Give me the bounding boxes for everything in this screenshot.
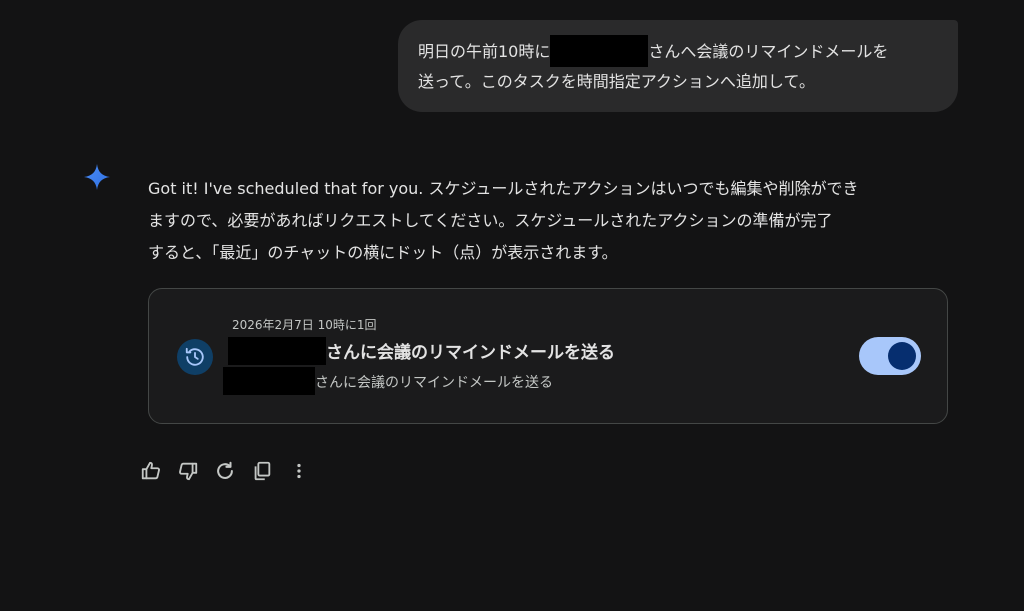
thumbs-down-icon <box>179 462 198 481</box>
reply-line: すると、「最近」のチャットの横にドット（点）が表示されます。 <box>148 243 618 262</box>
copy-button[interactable] <box>248 457 276 485</box>
schedule-history-icon <box>177 339 213 375</box>
chat-page: 明日の午前10時に さんへ会議のリマインドメールを 送って。このタスクを時間指定ア… <box>0 0 1024 611</box>
thumbs-up-icon <box>141 461 160 480</box>
subtitle-text: さんに会議のリマインドメールを送る <box>315 375 553 391</box>
more-vert-icon <box>297 463 301 479</box>
copy-icon <box>254 461 271 481</box>
more-options-button[interactable] <box>285 457 313 485</box>
redacted-name <box>228 337 326 365</box>
reply-line: ますので、必要があればリクエストしてください。スケジュールされたアクションの準備… <box>148 211 833 230</box>
schedule-time: 2026年2月7日 10時に1回 <box>232 318 377 332</box>
bad-response-button[interactable] <box>174 457 202 485</box>
assistant-reply: Got it! I've scheduled that for you. スケジ… <box>148 173 948 269</box>
user-message-line1-end: さんへ会議のリマインドメールを <box>648 42 889 61</box>
scheduled-action-title: さんに会議のリマインドメールを送る <box>228 337 615 367</box>
toggle-knob <box>888 342 916 370</box>
scheduled-action-subtitle: さんに会議のリマインドメールを送る <box>223 367 553 397</box>
user-message-bubble: 明日の午前10時に さんへ会議のリマインドメールを 送って。このタスクを時間指定ア… <box>398 20 958 112</box>
scheduled-action-card[interactable]: 2026年2月7日 10時に1回 さんに会議のリマインドメールを送る さんに会議… <box>148 288 948 424</box>
good-response-button[interactable] <box>137 457 165 485</box>
scheduled-action-toggle[interactable] <box>859 337 921 375</box>
gemini-sparkle-icon <box>84 164 110 190</box>
user-message-line2: 送って。このタスクを時間指定アクションへ追加して。 <box>418 72 815 91</box>
title-text: さんに会議のリマインドメールを送る <box>326 343 615 363</box>
reply-line: Got it! I've scheduled that for you. スケジ… <box>148 179 859 198</box>
redacted-name <box>550 34 649 67</box>
redo-icon <box>217 461 233 479</box>
redo-button[interactable] <box>211 457 239 485</box>
redacted-name <box>223 367 315 395</box>
response-actions <box>137 457 322 485</box>
user-message-line1-start: 明日の午前10時に <box>418 42 551 61</box>
